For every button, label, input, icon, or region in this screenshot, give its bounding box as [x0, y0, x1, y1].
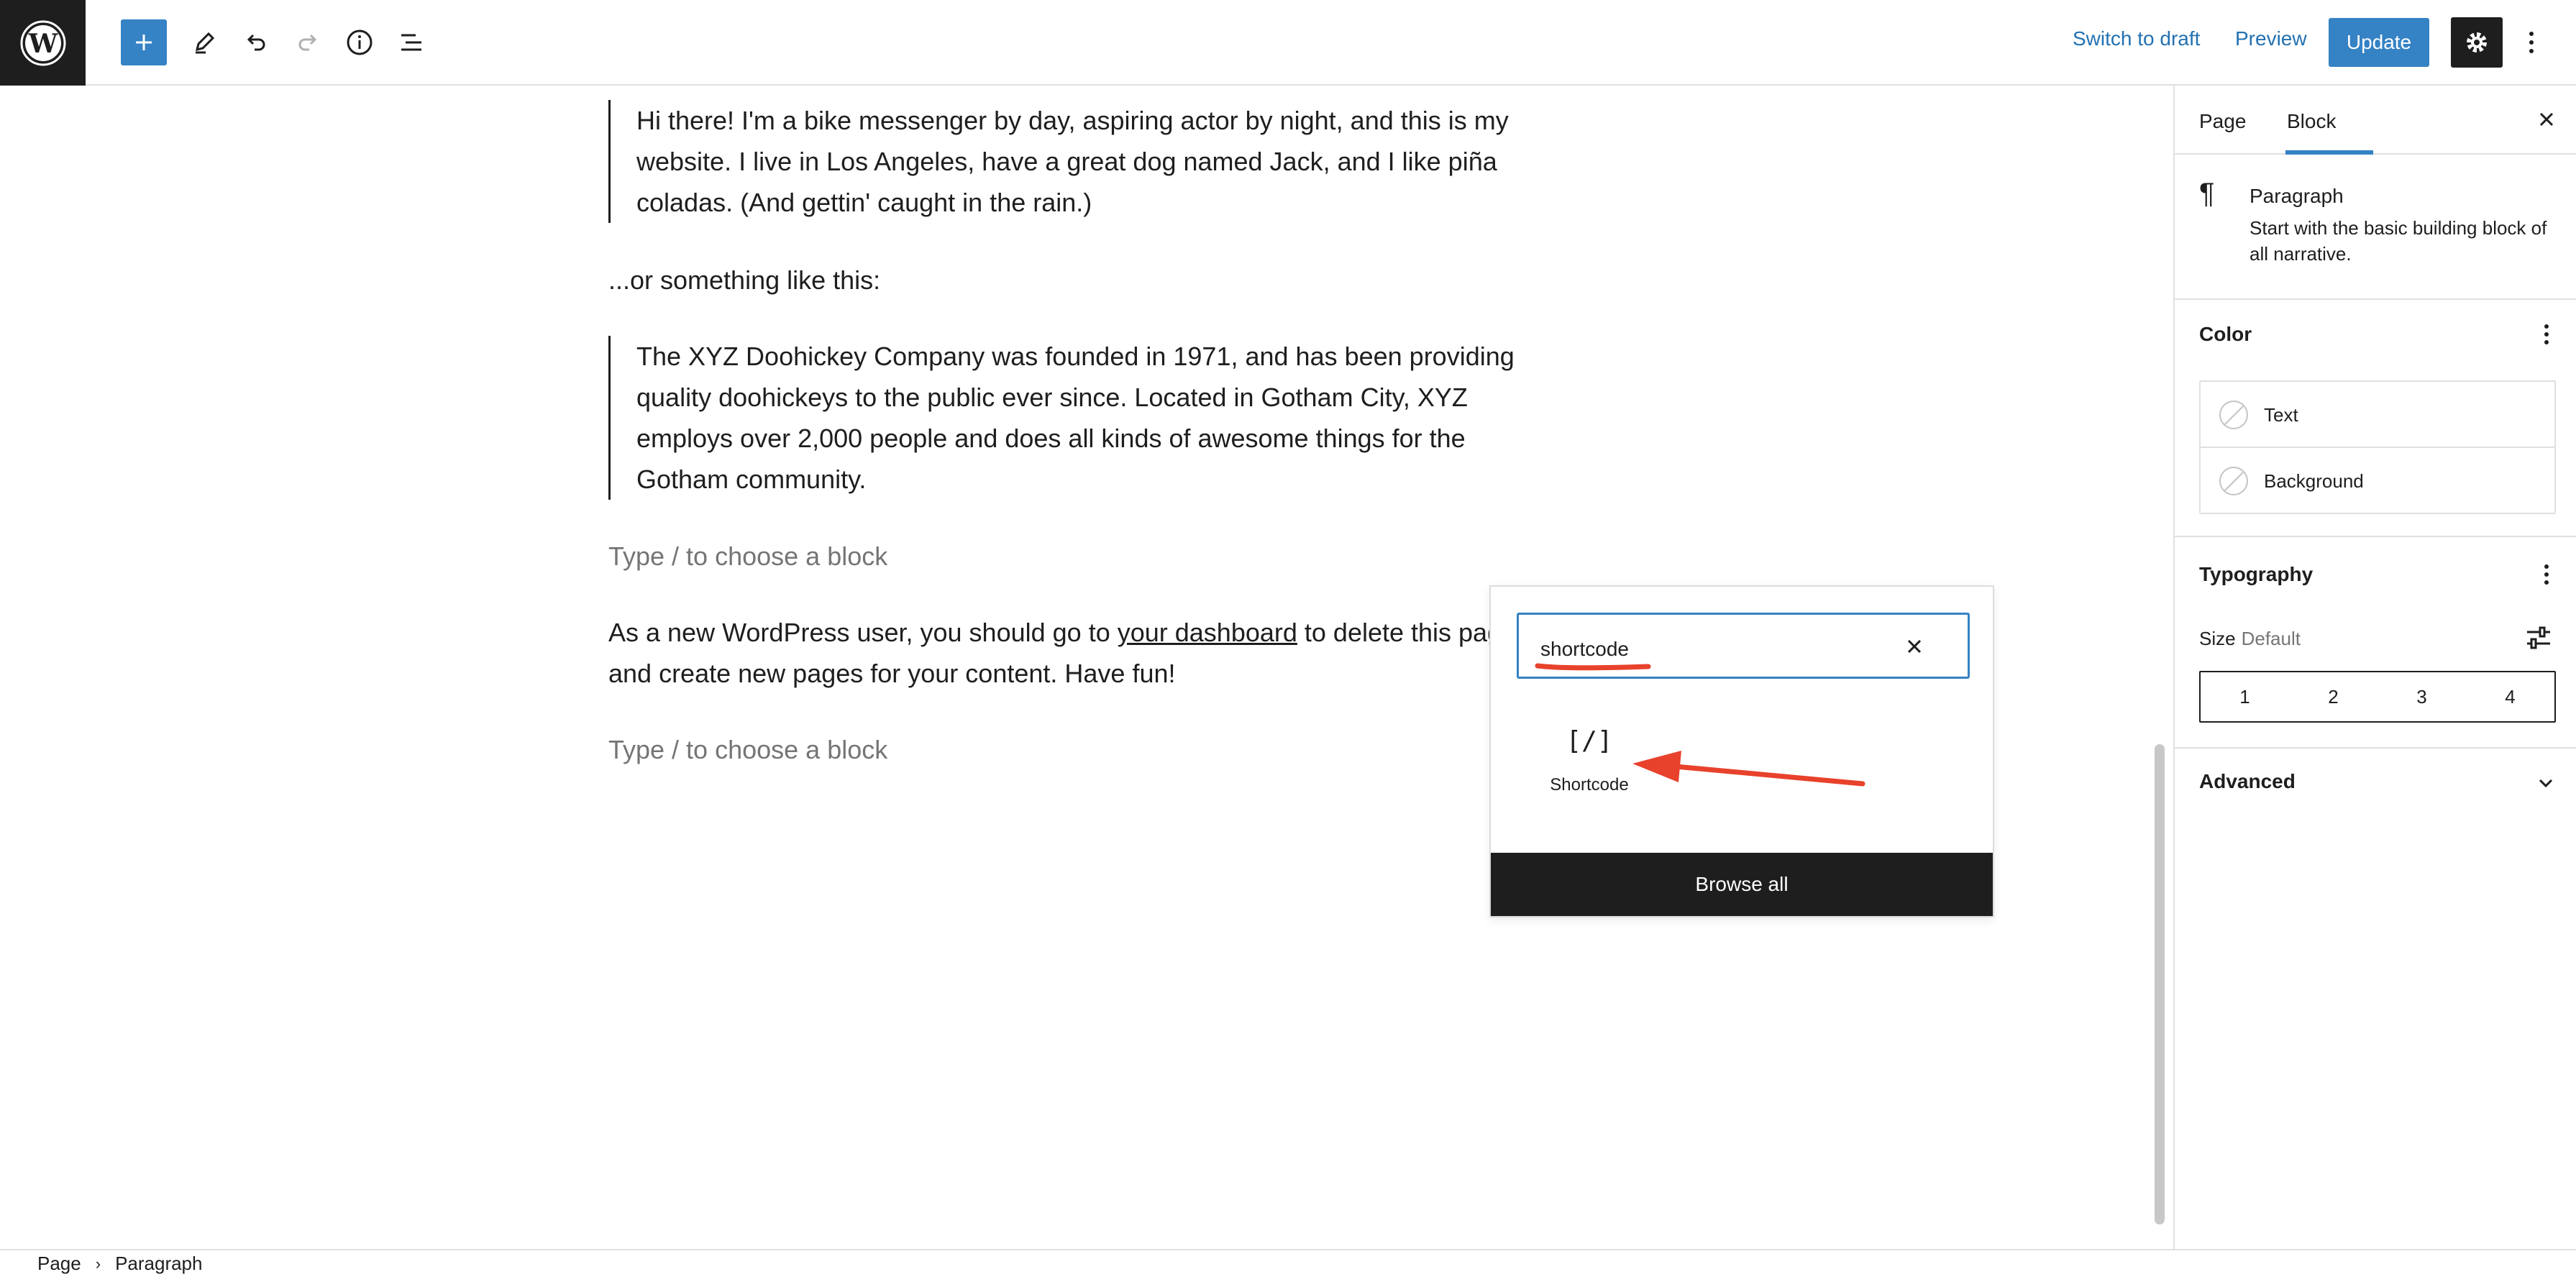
block-card-description: Start with the basic building block of a…	[2250, 217, 2547, 265]
close-sidebar-button[interactable]	[2534, 107, 2559, 132]
browse-all-button[interactable]: Browse all	[1491, 853, 1993, 916]
sidebar-tabs: Page Block	[2175, 86, 2576, 155]
more-vertical-icon	[2544, 564, 2549, 585]
advanced-panel-toggle[interactable]: Advanced	[2199, 770, 2296, 793]
color-option-label: Background	[2264, 470, 2364, 492]
tools-button[interactable]	[181, 19, 227, 65]
custom-size-button[interactable]	[2524, 623, 2553, 652]
wordpress-logo-button[interactable]: W	[0, 0, 86, 86]
font-size-picker: 1 2 3 4	[2199, 671, 2556, 723]
font-size-option-2[interactable]: 2	[2289, 672, 2378, 721]
font-size-option-3[interactable]: 3	[2378, 672, 2466, 721]
block-card-title: Paragraph	[2250, 185, 2344, 207]
text-color-option[interactable]: Text	[2201, 382, 2554, 448]
tab-block[interactable]: Block	[2287, 110, 2336, 133]
chevron-down-icon	[2539, 779, 2553, 788]
quote-text: Hi there! I'm a bike messenger by day, a…	[636, 106, 1509, 217]
divider	[2175, 536, 2576, 537]
color-settings-group: Text Background	[2199, 380, 2556, 514]
quote-block-intro[interactable]: Hi there! I'm a bike messenger by day, a…	[608, 100, 1529, 223]
editor-toolbar: W Switch to draft Preview Update	[0, 0, 2576, 86]
breadcrumb-item-paragraph[interactable]: Paragraph	[115, 1253, 202, 1275]
color-swatch-icon	[2219, 401, 2248, 429]
font-size-option-4[interactable]: 4	[2466, 672, 2554, 721]
list-view-button[interactable]	[388, 19, 434, 65]
quote-block-company[interactable]: The XYZ Doohickey Company was founded in…	[608, 336, 1529, 500]
wordpress-icon: W	[20, 20, 65, 65]
empty-paragraph-block[interactable]: Type / to choose a block	[608, 536, 887, 577]
chevron-right-icon: ›	[95, 1254, 101, 1273]
dashboard-link[interactable]: your dashboard	[1118, 618, 1297, 647]
pencil-icon	[195, 32, 215, 54]
plus-icon	[136, 35, 152, 50]
settings-button[interactable]	[2451, 17, 2503, 68]
gear-icon	[2467, 32, 2487, 52]
paragraph-block-closing[interactable]: As a new WordPress user, you should go t…	[608, 612, 1500, 694]
shortcode-block-option[interactable]: [/] Shortcode	[1535, 723, 1643, 802]
close-icon	[1907, 639, 1922, 654]
paragraph-block[interactable]: ...or something like this:	[608, 260, 880, 301]
divider	[2175, 747, 2576, 749]
background-color-option[interactable]: Background	[2201, 448, 2554, 514]
typography-options-button[interactable]	[2534, 560, 2559, 589]
block-breadcrumb: Page › Paragraph	[0, 1249, 2576, 1277]
block-inserter-toggle-button[interactable]	[121, 19, 167, 65]
more-vertical-icon	[2544, 324, 2549, 344]
tab-page[interactable]: Page	[2199, 110, 2246, 133]
paragraph-text: and create new pages for your content. H…	[608, 659, 1176, 688]
block-option-label: Shortcode	[1550, 775, 1629, 795]
settings-sidebar: Page Block ¶ Paragraph Start with the ba…	[2173, 86, 2576, 1249]
color-swatch-icon	[2219, 467, 2248, 495]
size-value: Default	[2241, 628, 2301, 649]
details-button[interactable]	[337, 19, 383, 65]
active-tab-indicator	[2285, 150, 2373, 155]
switch-to-draft-button[interactable]: Switch to draft	[2073, 27, 2200, 50]
paragraph-text: As a new WordPress user, you should go t…	[608, 618, 1118, 647]
paragraph-text: to delete this pag	[1297, 618, 1500, 647]
advanced-expand-button[interactable]	[2531, 769, 2560, 797]
update-button[interactable]: Update	[2329, 18, 2429, 67]
size-label-text: Size	[2199, 628, 2236, 649]
undo-icon	[247, 34, 265, 51]
font-size-label: Size Default	[2199, 628, 2301, 650]
info-icon	[347, 29, 373, 55]
shortcode-icon: [/]	[1566, 726, 1613, 756]
quote-text: The XYZ Doohickey Company was founded in…	[636, 342, 1515, 494]
color-panel-title: Color	[2199, 323, 2252, 345]
list-view-icon	[401, 34, 421, 51]
quick-inserter-popover: shortcode [/] Shortcode Browse all	[1489, 585, 1994, 917]
color-option-label: Text	[2264, 403, 2298, 426]
breadcrumb-item-page[interactable]: Page	[37, 1253, 81, 1275]
empty-paragraph-block[interactable]: Type / to choose a block	[608, 729, 887, 770]
redo-icon	[298, 34, 317, 51]
block-search-input[interactable]: shortcode	[1517, 613, 1970, 679]
undo-button[interactable]	[233, 19, 279, 65]
block-card: ¶ Paragraph Start with the basic buildin…	[2175, 156, 2576, 300]
font-size-option-1[interactable]: 1	[2201, 672, 2289, 721]
preview-button[interactable]: Preview	[2235, 27, 2307, 50]
redo-button[interactable]	[285, 19, 331, 65]
color-options-button[interactable]	[2534, 320, 2559, 349]
svg-text:W: W	[27, 29, 58, 59]
search-value: shortcode	[1540, 638, 1629, 660]
typography-panel-title: Typography	[2199, 563, 2314, 585]
options-button[interactable]	[2517, 19, 2546, 65]
sliders-icon	[2527, 626, 2550, 649]
clear-search-button[interactable]	[1903, 635, 1926, 658]
editor-scrollbar[interactable]	[2155, 744, 2165, 1225]
close-icon	[2539, 112, 2554, 127]
more-vertical-icon	[2529, 32, 2534, 53]
paragraph-icon: ¶	[2199, 178, 2215, 209]
